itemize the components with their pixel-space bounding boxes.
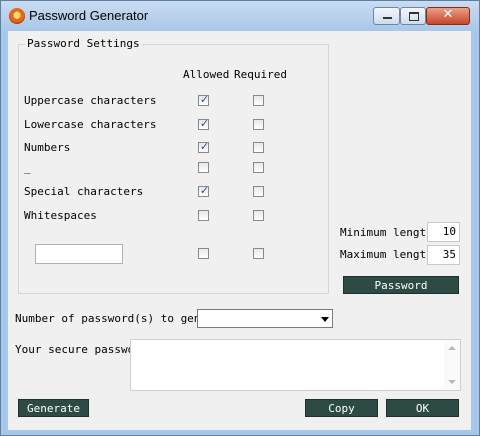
checkbox-numbers-required[interactable] <box>253 142 264 153</box>
app-shield-icon <box>9 8 25 24</box>
maximum-length-field[interactable]: 35 <box>427 245 460 265</box>
password-button[interactable]: Password <box>343 276 459 294</box>
vertical-scrollbar[interactable] <box>444 340 460 390</box>
group-title: Password Settings <box>25 37 142 50</box>
title-bar[interactable]: Password Generator ✕ <box>1 1 479 31</box>
checkmark-icon: ✓ <box>199 117 210 130</box>
checkbox-uppercase-allowed[interactable]: ✓ <box>198 93 210 106</box>
scroll-up-icon[interactable] <box>448 346 456 350</box>
ok-button[interactable]: OK <box>386 399 459 417</box>
password-settings-group: Password Settings Allowed Required Upper… <box>18 37 329 294</box>
checkbox-special-allowed[interactable]: ✓ <box>198 184 210 197</box>
checkbox-special-required[interactable] <box>253 186 264 197</box>
checkbox-uppercase-required[interactable] <box>253 95 264 106</box>
checkbox-custom-allowed[interactable] <box>198 248 209 259</box>
checkmark-icon: ✓ <box>199 184 210 197</box>
row-label-numbers: Numbers <box>24 141 71 154</box>
required-header: Required <box>234 68 287 81</box>
close-icon: ✕ <box>442 7 454 22</box>
checkbox-underscore-allowed[interactable] <box>198 162 209 173</box>
maximize-button[interactable] <box>400 7 426 25</box>
checkbox-numbers-allowed[interactable]: ✓ <box>198 140 210 153</box>
chevron-down-icon <box>321 317 329 322</box>
minimize-icon <box>383 17 392 19</box>
checkbox-whitespaces-allowed[interactable] <box>198 210 209 221</box>
maximum-length-label: Maximum length: <box>340 248 440 261</box>
app-window: Password Generator ✕ Password Settings A… <box>0 0 480 436</box>
minimum-length-field[interactable]: 10 <box>427 222 460 242</box>
secure-password-label: Your secure passwor <box>15 343 141 356</box>
generate-button[interactable]: Generate <box>18 399 89 417</box>
checkbox-lowercase-allowed[interactable]: ✓ <box>198 117 210 130</box>
client-area: Password Settings Allowed Required Upper… <box>8 31 471 430</box>
checkbox-underscore-required[interactable] <box>253 162 264 173</box>
minimize-button[interactable] <box>373 7 400 25</box>
row-label-whitespaces: Whitespaces <box>24 209 97 222</box>
generate-count-select[interactable] <box>197 309 333 328</box>
checkbox-whitespaces-required[interactable] <box>253 210 264 221</box>
close-button[interactable]: ✕ <box>426 7 470 25</box>
checkmark-icon: ✓ <box>199 93 210 106</box>
minimum-length-label: Minimum length: <box>340 226 440 239</box>
row-label-lowercase: Lowercase characters <box>24 118 157 131</box>
window-title: Password Generator <box>29 8 149 23</box>
allowed-header: Allowed <box>183 68 230 81</box>
checkbox-lowercase-required[interactable] <box>253 119 264 130</box>
checkbox-custom-required[interactable] <box>253 248 264 259</box>
maximize-icon <box>409 12 419 21</box>
row-label-special: Special characters <box>24 185 144 198</box>
secure-password-output[interactable] <box>130 339 461 391</box>
scroll-down-icon[interactable] <box>448 380 456 384</box>
custom-characters-input[interactable] <box>35 244 123 264</box>
row-label-underscore: _ <box>24 161 31 174</box>
checkmark-icon: ✓ <box>199 140 210 153</box>
row-label-uppercase: Uppercase characters <box>24 94 157 107</box>
copy-button[interactable]: Copy <box>305 399 378 417</box>
